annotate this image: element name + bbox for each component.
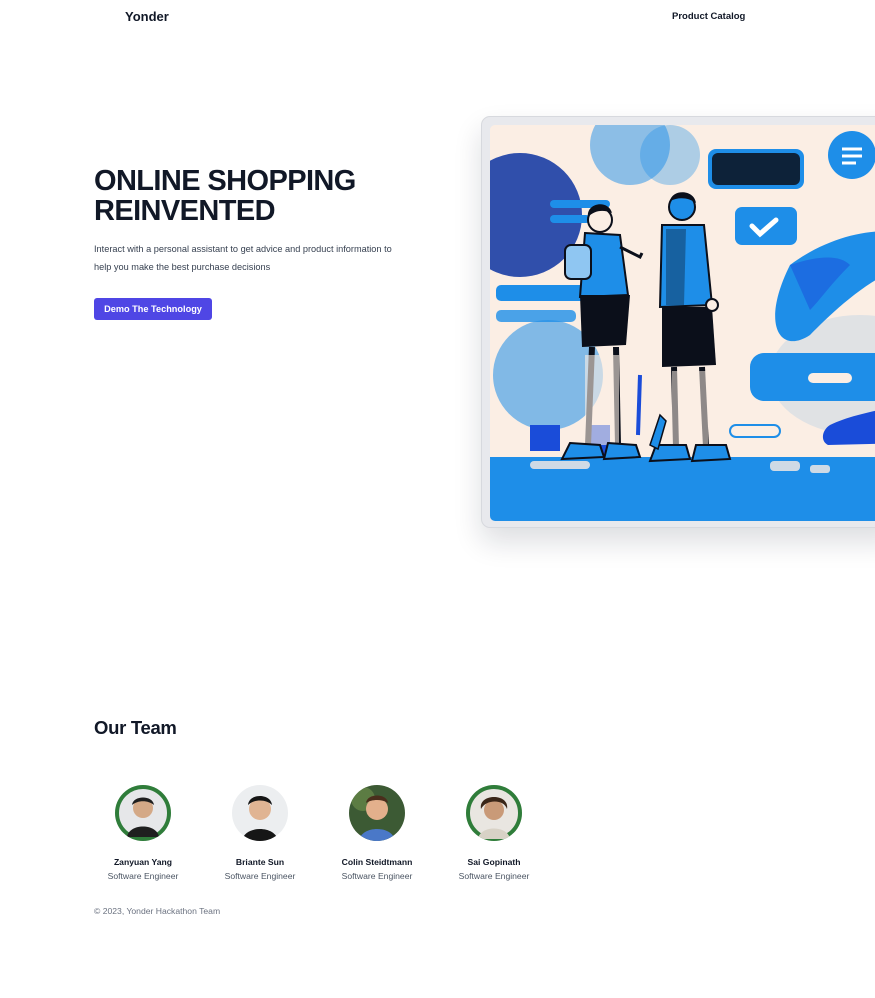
team-member-name: Colin Steidtmann — [341, 857, 413, 867]
avatar — [115, 785, 171, 841]
footer-copyright: © 2023, Yonder Hackathon Team — [94, 906, 221, 916]
team-member-role: Software Engineer — [458, 871, 530, 881]
avatar — [466, 785, 522, 841]
team-member-name: Briante Sun — [235, 857, 285, 867]
avatar — [349, 785, 405, 841]
hero-description: Interact with a personal assistant to ge… — [94, 244, 392, 272]
team-member-name: Sai Gopinath — [467, 857, 521, 867]
team-member-card: Colin Steidtmann Software Engineer — [322, 785, 432, 881]
demo-technology-button[interactable]: Demo The Technology — [94, 298, 212, 320]
hero-title-line-1: ONLINE SHOPPING — [94, 165, 356, 197]
nav-link-product-catalog[interactable]: Product Catalog — [672, 11, 745, 22]
avatar — [232, 785, 288, 841]
shopping-illustration — [490, 125, 875, 521]
brand-logo-link[interactable]: Yonder — [125, 9, 169, 24]
team-member-role: Software Engineer — [341, 871, 413, 881]
team-member-name: Zanyuan Yang — [113, 857, 173, 867]
hero-title-line-2: REINVENTED — [94, 195, 276, 227]
team-member-role: Software Engineer — [107, 871, 179, 881]
team-member-role: Software Engineer — [224, 871, 296, 881]
team-member-card: Briante Sun Software Engineer — [205, 785, 315, 881]
hero-image-frame — [481, 116, 875, 528]
hero-title: ONLINE SHOPPING REINVENTED — [94, 166, 356, 226]
top-nav: Yonder Product Catalog — [0, 0, 875, 34]
team-member-card: Sai Gopinath Software Engineer — [439, 785, 549, 881]
team-section-title: Our Team — [94, 717, 177, 738]
team-member-card: Zanyuan Yang Software Engineer — [88, 785, 198, 881]
